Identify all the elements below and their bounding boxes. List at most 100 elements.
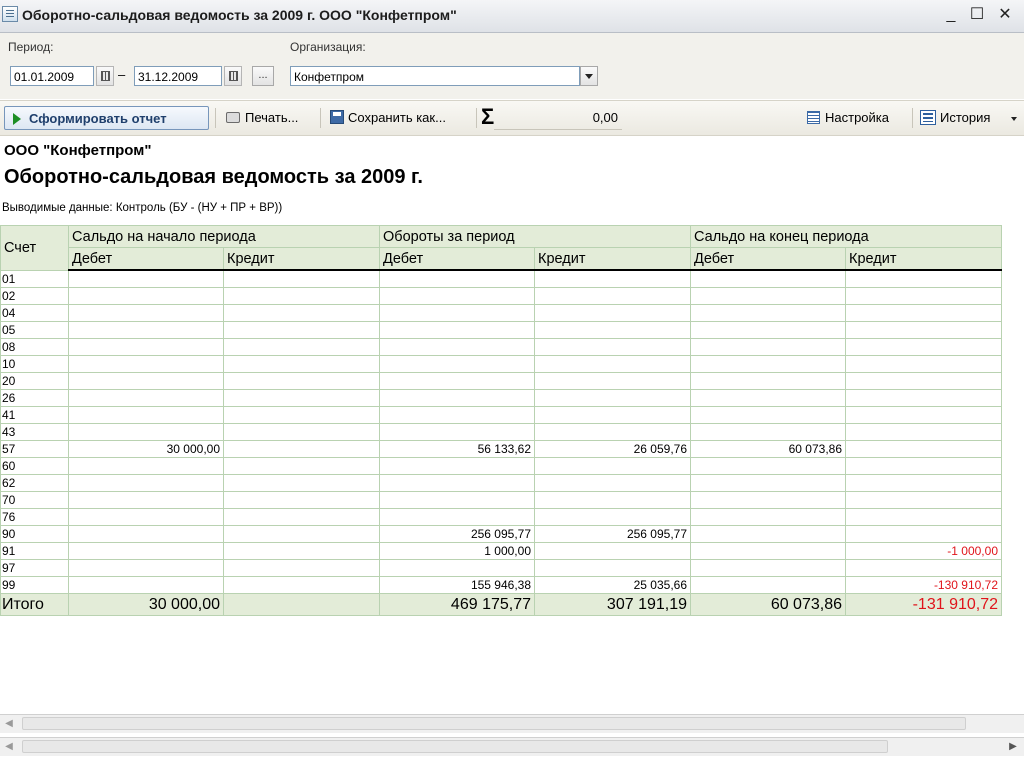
account-cell[interactable]: 02 — [0, 287, 69, 305]
turnover-debit-cell[interactable] — [379, 457, 535, 475]
closing-debit-cell[interactable] — [690, 474, 846, 492]
opening-debit-cell[interactable] — [68, 525, 224, 543]
opening-debit-cell[interactable] — [68, 423, 224, 441]
turnover-credit-cell[interactable] — [534, 474, 691, 492]
turnover-credit-cell[interactable] — [534, 321, 691, 339]
account-cell[interactable]: 99 — [0, 576, 69, 594]
turnover-credit-cell[interactable] — [534, 304, 691, 322]
opening-debit-cell[interactable] — [68, 355, 224, 373]
period-end-field[interactable]: 31.12.2009 — [134, 66, 222, 86]
closing-credit-cell[interactable] — [845, 474, 1002, 492]
turnover-credit-cell[interactable] — [534, 423, 691, 441]
turnover-debit-cell[interactable] — [379, 406, 535, 424]
closing-credit-cell[interactable] — [845, 321, 1002, 339]
opening-debit-cell[interactable] — [68, 457, 224, 475]
opening-credit-cell[interactable] — [223, 593, 380, 616]
turnover-credit-cell[interactable] — [534, 508, 691, 526]
account-cell[interactable]: 01 — [0, 269, 69, 288]
opening-debit-cell[interactable] — [68, 576, 224, 594]
closing-debit-cell[interactable]: 60 073,86 — [690, 440, 846, 458]
account-cell[interactable]: 91 — [0, 542, 69, 560]
scroll-left-icon[interactable]: ◀ — [0, 715, 18, 733]
opening-debit-cell[interactable] — [68, 389, 224, 407]
closing-credit-cell[interactable] — [845, 525, 1002, 543]
account-cell[interactable]: 62 — [0, 474, 69, 492]
closing-debit-cell[interactable] — [690, 525, 846, 543]
generate-report-button[interactable]: Сформировать отчет — [4, 106, 209, 130]
opening-credit-cell[interactable] — [223, 491, 380, 509]
account-cell[interactable]: 41 — [0, 406, 69, 424]
turnover-debit-cell[interactable] — [379, 304, 535, 322]
close-button[interactable]: ✕ — [994, 4, 1016, 26]
opening-credit-cell[interactable] — [223, 576, 380, 594]
turnover-credit-cell[interactable]: 25 035,66 — [534, 576, 691, 594]
closing-credit-cell[interactable] — [845, 423, 1002, 441]
closing-debit-cell[interactable] — [690, 338, 846, 356]
scrollbar-thumb[interactable] — [22, 740, 888, 753]
closing-credit-cell[interactable] — [845, 304, 1002, 322]
turnover-credit-cell[interactable] — [534, 355, 691, 373]
turnover-credit-cell[interactable]: 256 095,77 — [534, 525, 691, 543]
closing-debit-cell[interactable] — [690, 406, 846, 424]
settings-icon[interactable] — [807, 111, 820, 124]
opening-credit-cell[interactable] — [223, 338, 380, 356]
account-cell[interactable]: 10 — [0, 355, 69, 373]
closing-credit-cell[interactable]: -1 000,00 — [845, 542, 1002, 560]
opening-credit-cell[interactable] — [223, 389, 380, 407]
account-cell[interactable]: 70 — [0, 491, 69, 509]
turnover-credit-cell[interactable] — [534, 491, 691, 509]
turnover-debit-cell[interactable] — [379, 508, 535, 526]
closing-credit-cell[interactable] — [845, 269, 1002, 288]
scroll-right-icon[interactable]: ▶ — [1004, 738, 1022, 756]
turnover-debit-cell[interactable] — [379, 423, 535, 441]
opening-credit-cell[interactable] — [223, 508, 380, 526]
opening-credit-cell[interactable] — [223, 304, 380, 322]
opening-debit-cell[interactable] — [68, 321, 224, 339]
account-cell[interactable]: 76 — [0, 508, 69, 526]
turnover-credit-cell[interactable] — [534, 338, 691, 356]
opening-debit-cell[interactable] — [68, 406, 224, 424]
turnover-debit-cell[interactable] — [379, 287, 535, 305]
opening-debit-cell[interactable]: 30 000,00 — [68, 440, 224, 458]
turnover-debit-cell[interactable] — [379, 372, 535, 390]
closing-credit-cell[interactable] — [845, 372, 1002, 390]
closing-debit-cell[interactable] — [690, 491, 846, 509]
account-cell[interactable]: 26 — [0, 389, 69, 407]
turnover-credit-cell[interactable]: 307 191,19 — [534, 593, 691, 616]
opening-credit-cell[interactable] — [223, 372, 380, 390]
turnover-credit-cell[interactable] — [534, 457, 691, 475]
account-cell[interactable]: 08 — [0, 338, 69, 356]
save-icon[interactable] — [330, 110, 344, 124]
account-cell[interactable]: 20 — [0, 372, 69, 390]
settings-button[interactable]: Настройка — [825, 106, 889, 130]
account-cell[interactable]: 90 — [0, 525, 69, 543]
opening-credit-cell[interactable] — [223, 525, 380, 543]
opening-credit-cell[interactable] — [223, 321, 380, 339]
closing-debit-cell[interactable] — [690, 304, 846, 322]
closing-debit-cell[interactable] — [690, 457, 846, 475]
history-dropdown-icon[interactable] — [1011, 117, 1017, 121]
closing-debit-cell[interactable] — [690, 269, 846, 288]
closing-credit-cell[interactable] — [845, 287, 1002, 305]
closing-credit-cell[interactable]: -131 910,72 — [845, 593, 1002, 616]
closing-credit-cell[interactable] — [845, 406, 1002, 424]
horizontal-scrollbar-bottom[interactable]: ◀ ▶ — [0, 737, 1024, 756]
turnover-credit-cell[interactable] — [534, 372, 691, 390]
print-button[interactable]: Печать... — [245, 106, 298, 130]
period-select-button[interactable]: ... — [252, 66, 274, 86]
minimize-button[interactable]: _ — [940, 4, 962, 26]
opening-credit-cell[interactable] — [223, 474, 380, 492]
opening-debit-cell[interactable] — [68, 338, 224, 356]
period-start-field[interactable]: 01.01.2009 — [10, 66, 94, 86]
closing-credit-cell[interactable] — [845, 457, 1002, 475]
closing-debit-cell[interactable] — [690, 321, 846, 339]
maximize-button[interactable]: ☐ — [966, 4, 988, 26]
opening-debit-cell[interactable] — [68, 491, 224, 509]
turnover-debit-cell[interactable] — [379, 355, 535, 373]
opening-debit-cell[interactable] — [68, 542, 224, 560]
opening-credit-cell[interactable] — [223, 559, 380, 577]
closing-debit-cell[interactable] — [690, 372, 846, 390]
opening-credit-cell[interactable] — [223, 423, 380, 441]
closing-credit-cell[interactable]: -130 910,72 — [845, 576, 1002, 594]
closing-debit-cell[interactable] — [690, 355, 846, 373]
